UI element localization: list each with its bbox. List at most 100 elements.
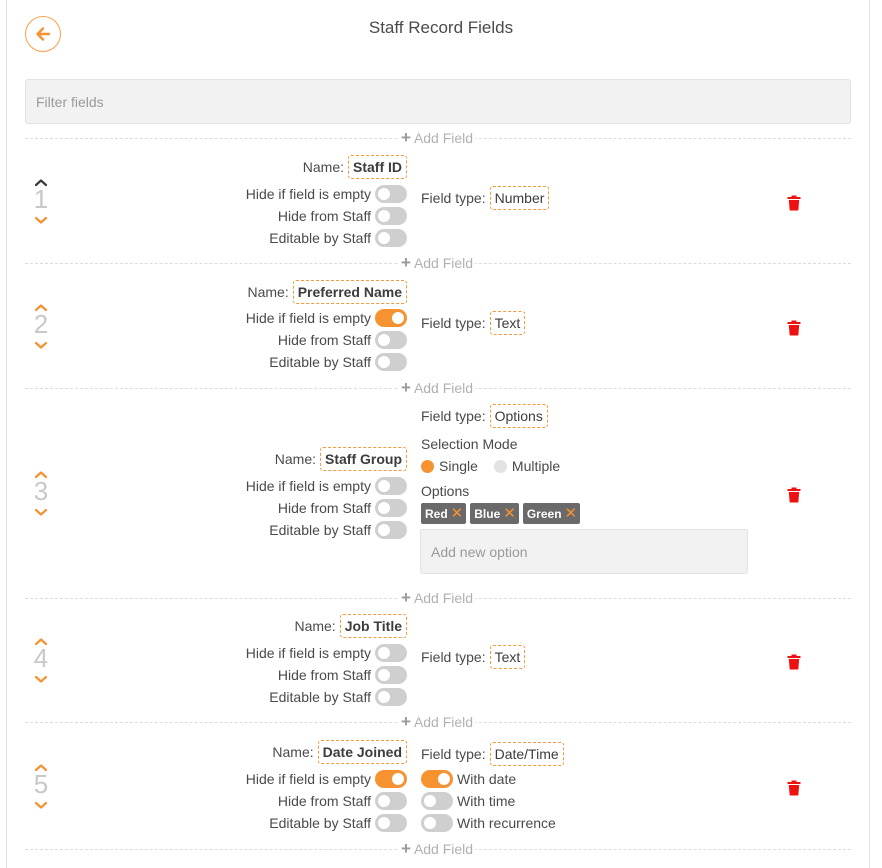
field-index: 2 bbox=[33, 309, 49, 339]
editable-by-staff-setting: Editable by Staff bbox=[269, 686, 407, 708]
editable-by-staff-toggle[interactable] bbox=[375, 688, 407, 706]
hide-if-empty-label: Hide if field is empty bbox=[245, 186, 371, 202]
editable-by-staff-label: Editable by Staff bbox=[269, 354, 371, 370]
hide-if-empty-toggle[interactable] bbox=[375, 309, 407, 327]
with-recurrence-setting: With recurrence bbox=[421, 812, 556, 834]
field-name-editable[interactable]: Job Title bbox=[339, 614, 407, 638]
hide-if-empty-toggle[interactable] bbox=[375, 185, 407, 203]
editable-by-staff-setting: Editable by Staff bbox=[269, 519, 407, 541]
add-field-separator: + Add Field bbox=[25, 840, 851, 858]
editable-by-staff-toggle[interactable] bbox=[375, 353, 407, 371]
delete-field-button[interactable] bbox=[787, 487, 801, 506]
delete-field-button[interactable] bbox=[787, 780, 801, 799]
add-field-button[interactable]: + Add Field bbox=[399, 253, 476, 272]
with-date-toggle[interactable] bbox=[421, 770, 453, 788]
move-down-button[interactable] bbox=[30, 671, 52, 683]
hide-from-staff-toggle[interactable] bbox=[375, 207, 407, 225]
name-label: Name: bbox=[274, 451, 316, 467]
hide-if-empty-toggle[interactable] bbox=[375, 770, 407, 788]
plus-icon: + bbox=[401, 253, 411, 272]
hide-if-empty-label: Hide if field is empty bbox=[245, 478, 371, 494]
field-type-label: Field type: bbox=[421, 649, 486, 665]
add-field-button[interactable]: + Add Field bbox=[399, 713, 476, 731]
option-chip-label: Green bbox=[526, 506, 562, 521]
hide-from-staff-toggle[interactable] bbox=[375, 792, 407, 810]
hide-if-empty-setting: Hide if field is empty bbox=[246, 475, 407, 497]
name-label: Name: bbox=[294, 618, 336, 634]
field-type-selector[interactable]: Options bbox=[489, 404, 548, 428]
field-index: 5 bbox=[33, 769, 49, 799]
option-chip-label: Blue bbox=[474, 506, 501, 521]
multiple-radio[interactable] bbox=[493, 459, 507, 473]
hide-from-staff-toggle[interactable] bbox=[375, 331, 407, 349]
remove-option-icon[interactable]: ✕ bbox=[565, 506, 578, 521]
remove-option-icon[interactable]: ✕ bbox=[451, 506, 464, 521]
field-type-label: Field type: bbox=[421, 746, 486, 762]
filter-fields-input[interactable] bbox=[25, 79, 851, 124]
hide-from-staff-toggle[interactable] bbox=[375, 499, 407, 517]
editable-by-staff-label: Editable by Staff bbox=[269, 815, 371, 831]
reorder-control: 4 bbox=[30, 633, 52, 683]
field-type-selector[interactable]: Number bbox=[489, 186, 550, 210]
field-name-editable[interactable]: Staff Group bbox=[320, 447, 407, 471]
editable-by-staff-label: Editable by Staff bbox=[269, 689, 371, 705]
add-field-separator: + Add Field bbox=[25, 254, 851, 272]
field-name-line: Name: Date Joined bbox=[272, 740, 407, 764]
hide-if-empty-toggle[interactable] bbox=[375, 644, 407, 662]
with-time-label: With time bbox=[457, 793, 516, 809]
delete-field-button[interactable] bbox=[787, 195, 801, 214]
field-index: 4 bbox=[33, 643, 49, 673]
field-type-selector[interactable]: Date/Time bbox=[489, 742, 564, 766]
add-field-separator: + Add Field bbox=[25, 589, 851, 607]
field-type-line: Field type: Date/Time bbox=[421, 742, 564, 766]
add-field-button[interactable]: + Add Field bbox=[399, 588, 476, 607]
move-down-button[interactable] bbox=[30, 504, 52, 516]
options-label: Options bbox=[421, 483, 470, 499]
hide-if-empty-label: Hide if field is empty bbox=[245, 645, 371, 661]
add-field-button[interactable]: + Add Field bbox=[399, 129, 476, 147]
move-down-button[interactable] bbox=[30, 212, 52, 224]
reorder-control: 1 bbox=[30, 174, 52, 224]
delete-field-button[interactable] bbox=[787, 654, 801, 673]
hide-if-empty-setting: Hide if field is empty bbox=[246, 642, 407, 664]
field-type-label: Field type: bbox=[421, 408, 486, 424]
move-down-button[interactable] bbox=[30, 337, 52, 349]
trash-icon bbox=[787, 320, 801, 339]
field-type-selector[interactable]: Text bbox=[489, 645, 526, 669]
hide-if-empty-label: Hide if field is empty bbox=[245, 771, 371, 787]
editable-by-staff-toggle[interactable] bbox=[375, 521, 407, 539]
hide-from-staff-label: Hide from Staff bbox=[277, 667, 371, 683]
field-type-label: Field type: bbox=[421, 190, 486, 206]
editable-by-staff-toggle[interactable] bbox=[375, 229, 407, 247]
field-name-editable[interactable]: Date Joined bbox=[317, 740, 407, 764]
add-field-label: Add Field bbox=[413, 590, 474, 606]
option-chip: Red ✕ bbox=[421, 503, 467, 524]
add-field-button[interactable]: + Add Field bbox=[399, 840, 476, 858]
editable-by-staff-setting: Editable by Staff bbox=[269, 812, 407, 834]
add-field-separator: + Add Field bbox=[25, 379, 851, 397]
with-recurrence-toggle[interactable] bbox=[421, 814, 453, 832]
hide-from-staff-toggle[interactable] bbox=[375, 666, 407, 684]
single-radio[interactable] bbox=[421, 459, 434, 473]
option-chip-label: Red bbox=[425, 506, 448, 521]
hide-if-empty-toggle[interactable] bbox=[375, 477, 407, 495]
field-name-line: Name: Staff ID bbox=[303, 155, 407, 179]
add-new-option-input[interactable] bbox=[420, 529, 748, 574]
editable-by-staff-setting: Editable by Staff bbox=[269, 227, 407, 249]
editable-by-staff-toggle[interactable] bbox=[375, 814, 407, 832]
remove-option-icon[interactable]: ✕ bbox=[503, 506, 516, 521]
with-time-toggle[interactable] bbox=[421, 792, 453, 810]
hide-from-staff-setting: Hide from Staff bbox=[278, 790, 407, 812]
hide-if-empty-setting: Hide if field is empty bbox=[246, 307, 407, 329]
field-name-editable[interactable]: Staff ID bbox=[348, 155, 407, 179]
hide-from-staff-label: Hide from Staff bbox=[277, 332, 371, 348]
field-type-selector[interactable]: Text bbox=[489, 311, 526, 335]
trash-icon bbox=[787, 487, 801, 506]
plus-icon: + bbox=[401, 588, 411, 607]
field-name-editable[interactable]: Preferred Name bbox=[292, 280, 407, 304]
add-field-separator: + Add Field bbox=[25, 713, 851, 731]
delete-field-button[interactable] bbox=[787, 320, 801, 339]
add-field-button[interactable]: + Add Field bbox=[399, 379, 476, 397]
field-type-line: Field type: Number bbox=[421, 186, 550, 210]
move-down-button[interactable] bbox=[30, 797, 52, 809]
